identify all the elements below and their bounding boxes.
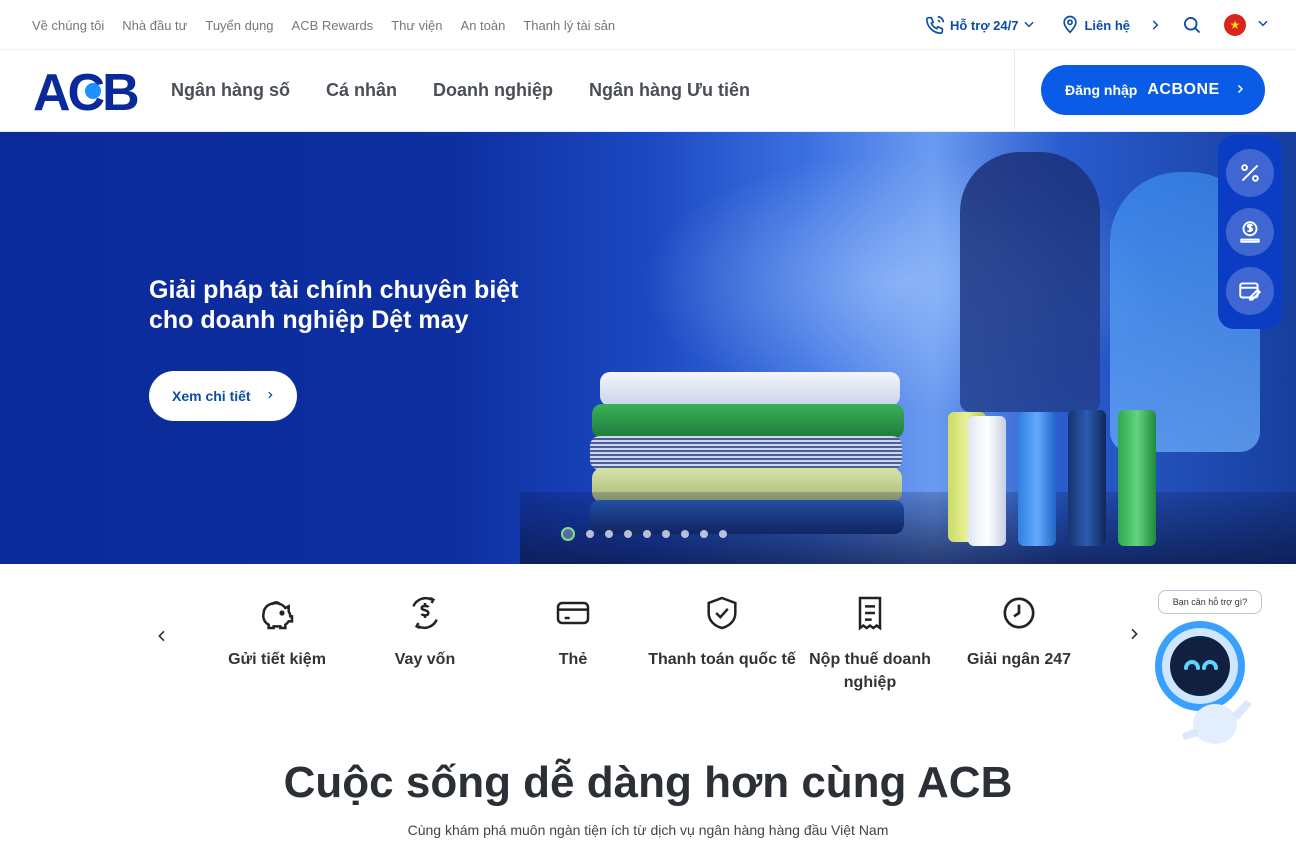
carousel-dots bbox=[561, 527, 727, 541]
hero-cta-label: Xem chi tiết bbox=[172, 388, 251, 404]
support-dropdown[interactable]: Hỗ trợ 24/7 bbox=[924, 14, 1037, 36]
chevron-right-icon[interactable] bbox=[1126, 624, 1142, 649]
link-careers[interactable]: Tuyển dụng bbox=[205, 18, 273, 33]
nav-divider bbox=[1014, 50, 1015, 130]
piggy-bank-icon bbox=[203, 592, 351, 634]
acb-logo[interactable]: ACB bbox=[33, 66, 153, 114]
main-navigation: ACB Ngân hàng số Cá nhân Doanh nghiệp Ng… bbox=[0, 50, 1296, 132]
receipt-icon bbox=[796, 592, 944, 634]
search-icon[interactable] bbox=[1182, 15, 1202, 35]
hero-banner: Giải pháp tài chính chuyên biệt cho doan… bbox=[0, 132, 1296, 564]
service-label: Vay vốn bbox=[394, 651, 456, 668]
chatbot-bubble: Bạn cần hỗ trợ gì? bbox=[1158, 590, 1262, 614]
thread-spool-image bbox=[1018, 412, 1056, 546]
carousel-dot[interactable] bbox=[605, 530, 613, 538]
utility-bar: Về chúng tôi Nhà đầu tư Tuyển dụng ACB R… bbox=[0, 0, 1296, 50]
service-international-payment[interactable]: Thanh toán quốc tế bbox=[648, 592, 796, 671]
link-security[interactable]: An toàn bbox=[461, 18, 506, 33]
nav-digital-banking[interactable]: Ngân hàng số bbox=[171, 80, 290, 101]
link-about[interactable]: Về chúng tôi bbox=[32, 18, 104, 33]
carousel-dot[interactable] bbox=[624, 530, 632, 538]
carousel-dot[interactable] bbox=[719, 530, 727, 538]
mannequin-image bbox=[960, 152, 1100, 412]
contact-label: Liên hệ bbox=[1084, 17, 1130, 33]
service-label: Gửi tiết kiệm bbox=[228, 651, 326, 668]
section-subline: Cùng khám phá muôn ngàn tiện ích từ dịch… bbox=[407, 822, 889, 838]
percent-icon[interactable] bbox=[1226, 148, 1274, 197]
service-card[interactable]: Thẻ bbox=[499, 592, 647, 671]
chatbot-widget[interactable]: Bạn cần hỗ trợ gì? bbox=[1150, 590, 1265, 750]
hero-title-line1: Giải pháp tài chính chuyên biệt bbox=[149, 276, 519, 304]
service-label: Giải ngân 247 bbox=[966, 651, 1072, 668]
carousel-dot[interactable] bbox=[643, 530, 651, 538]
fabric-stack-image bbox=[600, 372, 900, 406]
support-label: Hỗ trợ 24/7 bbox=[949, 17, 1019, 33]
nav-personal[interactable]: Cá nhân bbox=[326, 80, 397, 101]
money-hand-icon[interactable] bbox=[1226, 207, 1274, 256]
chevron-right-icon bbox=[1234, 82, 1246, 99]
service-label: Thẻ bbox=[558, 651, 588, 668]
utility-actions: Hỗ trợ 24/7 Liên hệ ★ bbox=[924, 0, 1270, 50]
hero-title: Giải pháp tài chính chuyên biệt cho doan… bbox=[149, 275, 569, 335]
utility-links: Về chúng tôi Nhà đầu tư Tuyển dụng ACB R… bbox=[32, 0, 615, 50]
hero-title-line2: cho doanh nghiệp Dệt may bbox=[149, 306, 469, 334]
service-loan[interactable]: Vay vốn bbox=[351, 592, 499, 671]
nav-business[interactable]: Doanh nghiệp bbox=[433, 80, 553, 101]
language-chevron-icon[interactable] bbox=[1256, 16, 1270, 35]
clock-icon bbox=[945, 592, 1093, 634]
floating-tools bbox=[1218, 135, 1282, 329]
service-tax-payment[interactable]: Nộp thuế doanh nghiệp bbox=[796, 592, 944, 694]
service-disbursement[interactable]: Giải ngân 247 bbox=[945, 592, 1093, 671]
link-asset-liquidation[interactable]: Thanh lý tài sản bbox=[523, 18, 615, 33]
thread-spool-image bbox=[968, 416, 1006, 546]
chevron-right-icon bbox=[265, 388, 275, 405]
chevron-left-icon[interactable] bbox=[154, 626, 170, 651]
carousel-dot[interactable] bbox=[681, 530, 689, 538]
shield-check-icon bbox=[648, 592, 796, 634]
chevron-right-icon[interactable] bbox=[1148, 17, 1162, 33]
nav-priority-banking[interactable]: Ngân hàng Ưu tiên bbox=[589, 80, 750, 101]
card-edit-icon[interactable] bbox=[1226, 267, 1274, 316]
link-rewards[interactable]: ACB Rewards bbox=[292, 18, 374, 33]
hero-cta-button[interactable]: Xem chi tiết bbox=[149, 371, 297, 421]
contact-link[interactable]: Liên hệ bbox=[1060, 13, 1130, 38]
link-investors[interactable]: Nhà đầu tư bbox=[122, 18, 187, 33]
login-button[interactable]: Đăng nhập ACBONE bbox=[1041, 65, 1265, 115]
carousel-dot[interactable] bbox=[662, 530, 670, 538]
fabric-stack-image bbox=[592, 404, 904, 438]
loan-icon bbox=[351, 592, 499, 634]
phone-icon bbox=[924, 14, 946, 36]
carousel-dot[interactable] bbox=[700, 530, 708, 538]
primary-nav-items: Ngân hàng số Cá nhân Doanh nghiệp Ngân h… bbox=[171, 50, 750, 130]
service-label: Thanh toán quốc tế bbox=[648, 651, 796, 668]
service-savings[interactable]: Gửi tiết kiệm bbox=[203, 592, 351, 671]
login-label: Đăng nhập bbox=[1065, 82, 1138, 98]
acbone-brand: ACBONE bbox=[1147, 81, 1220, 98]
vietnam-flag-icon[interactable]: ★ bbox=[1224, 14, 1246, 36]
quick-services: Gửi tiết kiệm Vay vốn Thẻ Thanh toán quố… bbox=[0, 564, 1296, 724]
fabric-stack-image bbox=[590, 436, 902, 470]
chevron-down-icon bbox=[1022, 17, 1036, 34]
link-library[interactable]: Thư viện bbox=[391, 18, 442, 33]
carousel-dot[interactable] bbox=[586, 530, 594, 538]
robot-mascot-icon bbox=[1155, 621, 1252, 744]
section-headline: Cuộc sống dễ dàng hơn cùng ACB bbox=[283, 758, 1013, 807]
location-pin-icon bbox=[1060, 13, 1080, 38]
carousel-dot[interactable] bbox=[561, 527, 575, 541]
card-icon bbox=[499, 592, 647, 634]
thread-spool-image bbox=[1118, 410, 1156, 546]
service-label: Nộp thuế doanh nghiệp bbox=[809, 651, 931, 691]
thread-spool-image bbox=[1068, 410, 1106, 546]
